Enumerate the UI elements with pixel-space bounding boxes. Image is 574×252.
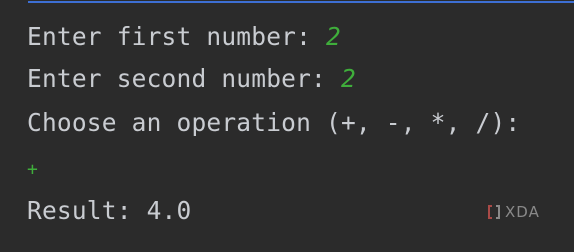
- prompt-text: Enter second number:: [27, 64, 341, 93]
- xda-logo-icon: [487, 204, 501, 220]
- user-input-value: 2: [340, 64, 356, 93]
- prompt-text: Enter first number:: [27, 22, 327, 51]
- console-line-operation-prompt: Choose an operation (+, -, *, /):: [27, 106, 520, 140]
- user-input-value: 2: [326, 22, 341, 51]
- previous-output-line: [0, 0, 574, 6]
- xda-watermark: XDA: [487, 199, 540, 225]
- console-line-second-number: Enter second number: 2: [27, 62, 356, 96]
- run-console-output: Enter first number: 2 Enter second numbe…: [0, 0, 574, 252]
- prompt-text: Choose an operation (+, -, *, /):: [27, 108, 521, 137]
- watermark-text: XDA: [505, 203, 540, 221]
- user-input-value: +: [27, 159, 39, 180]
- result-text: Result: 4.0: [27, 196, 192, 225]
- console-line-operation-input: +: [27, 150, 38, 184]
- console-line-result: Result: 4.0: [27, 194, 191, 228]
- hyperlink-underline[interactable]: [28, 1, 574, 3]
- console-line-first-number: Enter first number: 2: [27, 20, 341, 54]
